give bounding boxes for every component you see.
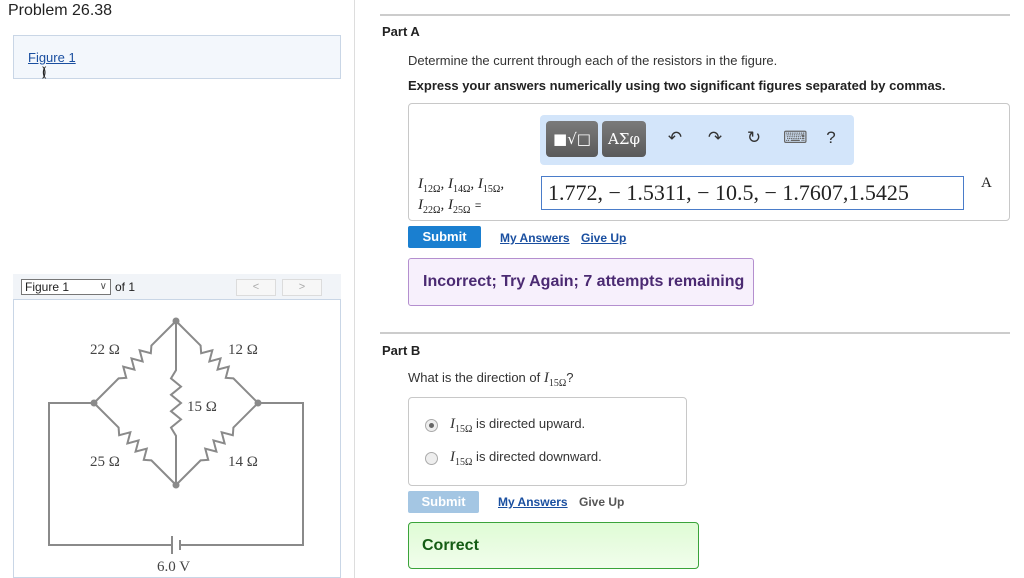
resistor-15-ohm xyxy=(169,321,183,485)
my-answers-link-b[interactable]: My Answers xyxy=(498,495,568,509)
radio-downward[interactable] xyxy=(425,452,438,465)
part-a-instruction: Express your answers numerically using t… xyxy=(408,78,946,93)
templates-button[interactable]: ■√□ xyxy=(546,121,598,157)
label-22-ohm: 22 Ω xyxy=(90,342,120,358)
help-icon[interactable]: ? xyxy=(821,128,841,148)
var-i14: I14Ω xyxy=(447,176,471,196)
wire-right xyxy=(180,402,304,546)
options-box xyxy=(408,397,687,486)
circuit-diagram: 22 Ω 12 Ω 15 Ω 25 Ω 14 Ω 6.0 V xyxy=(48,317,304,575)
wire-left xyxy=(48,402,172,546)
feedback-incorrect: Incorrect; Try Again; 7 attempts remaini… xyxy=(408,258,754,306)
redo-icon[interactable]: ↷ xyxy=(705,128,725,148)
label-15-ohm: 15 Ω xyxy=(187,399,217,415)
give-up-disabled: Give Up xyxy=(579,495,625,509)
circuit-node xyxy=(172,317,180,325)
option-downward[interactable]: I15Ω is directed downward. xyxy=(450,449,602,468)
radio-upward[interactable] xyxy=(425,419,438,432)
submit-button-b: Submit xyxy=(408,491,479,513)
circuit-node xyxy=(254,399,262,407)
reset-icon[interactable]: ↻ xyxy=(744,128,764,148)
label-14-ohm: 14 Ω xyxy=(228,454,258,470)
part-a-question: Determine the current through each of th… xyxy=(408,53,778,68)
give-up-link-a[interactable]: Give Up xyxy=(581,231,626,245)
my-answers-link-a[interactable]: My Answers xyxy=(500,231,570,245)
keyboard-icon[interactable]: ⌨ xyxy=(783,128,808,148)
circuit-node xyxy=(172,481,180,489)
var-i25: I25Ω xyxy=(447,197,471,217)
part-b-question: What is the direction of I15Ω? xyxy=(408,370,574,389)
resistor-14-ohm xyxy=(175,402,259,486)
greek-symbols-button[interactable]: ΑΣφ xyxy=(602,121,646,157)
label-25-ohm: 25 Ω xyxy=(90,454,120,470)
resistor-12-ohm xyxy=(175,320,259,404)
unit-label: A xyxy=(981,175,992,191)
label-battery: 6.0 V xyxy=(157,559,190,575)
answer-variables: I12Ω, I14Ω, I15Ω, I22Ω, I25Ω = xyxy=(418,176,505,217)
var-i22: I22Ω xyxy=(418,197,441,217)
option-upward[interactable]: I15Ω is directed upward. xyxy=(450,416,585,435)
submit-button-a[interactable]: Submit xyxy=(408,226,481,248)
answer-input[interactable]: 1.772, − 1.5311, − 10.5, − 1.7607,1.5425 xyxy=(541,176,964,210)
undo-icon[interactable]: ↶ xyxy=(665,128,685,148)
equals-sign: = xyxy=(474,200,482,212)
var-i12: I12Ω xyxy=(418,176,441,196)
resistor-22-ohm xyxy=(93,320,177,404)
divider xyxy=(380,14,1010,16)
label-12-ohm: 12 Ω xyxy=(228,342,258,358)
resistor-25-ohm xyxy=(93,402,177,486)
circuit-node xyxy=(90,399,98,407)
var-i15: I15Ω xyxy=(477,176,501,196)
part-a-heading: Part A xyxy=(382,24,420,39)
part-b-heading: Part B xyxy=(382,343,421,358)
feedback-correct: Correct xyxy=(408,522,699,569)
divider xyxy=(380,332,1010,334)
